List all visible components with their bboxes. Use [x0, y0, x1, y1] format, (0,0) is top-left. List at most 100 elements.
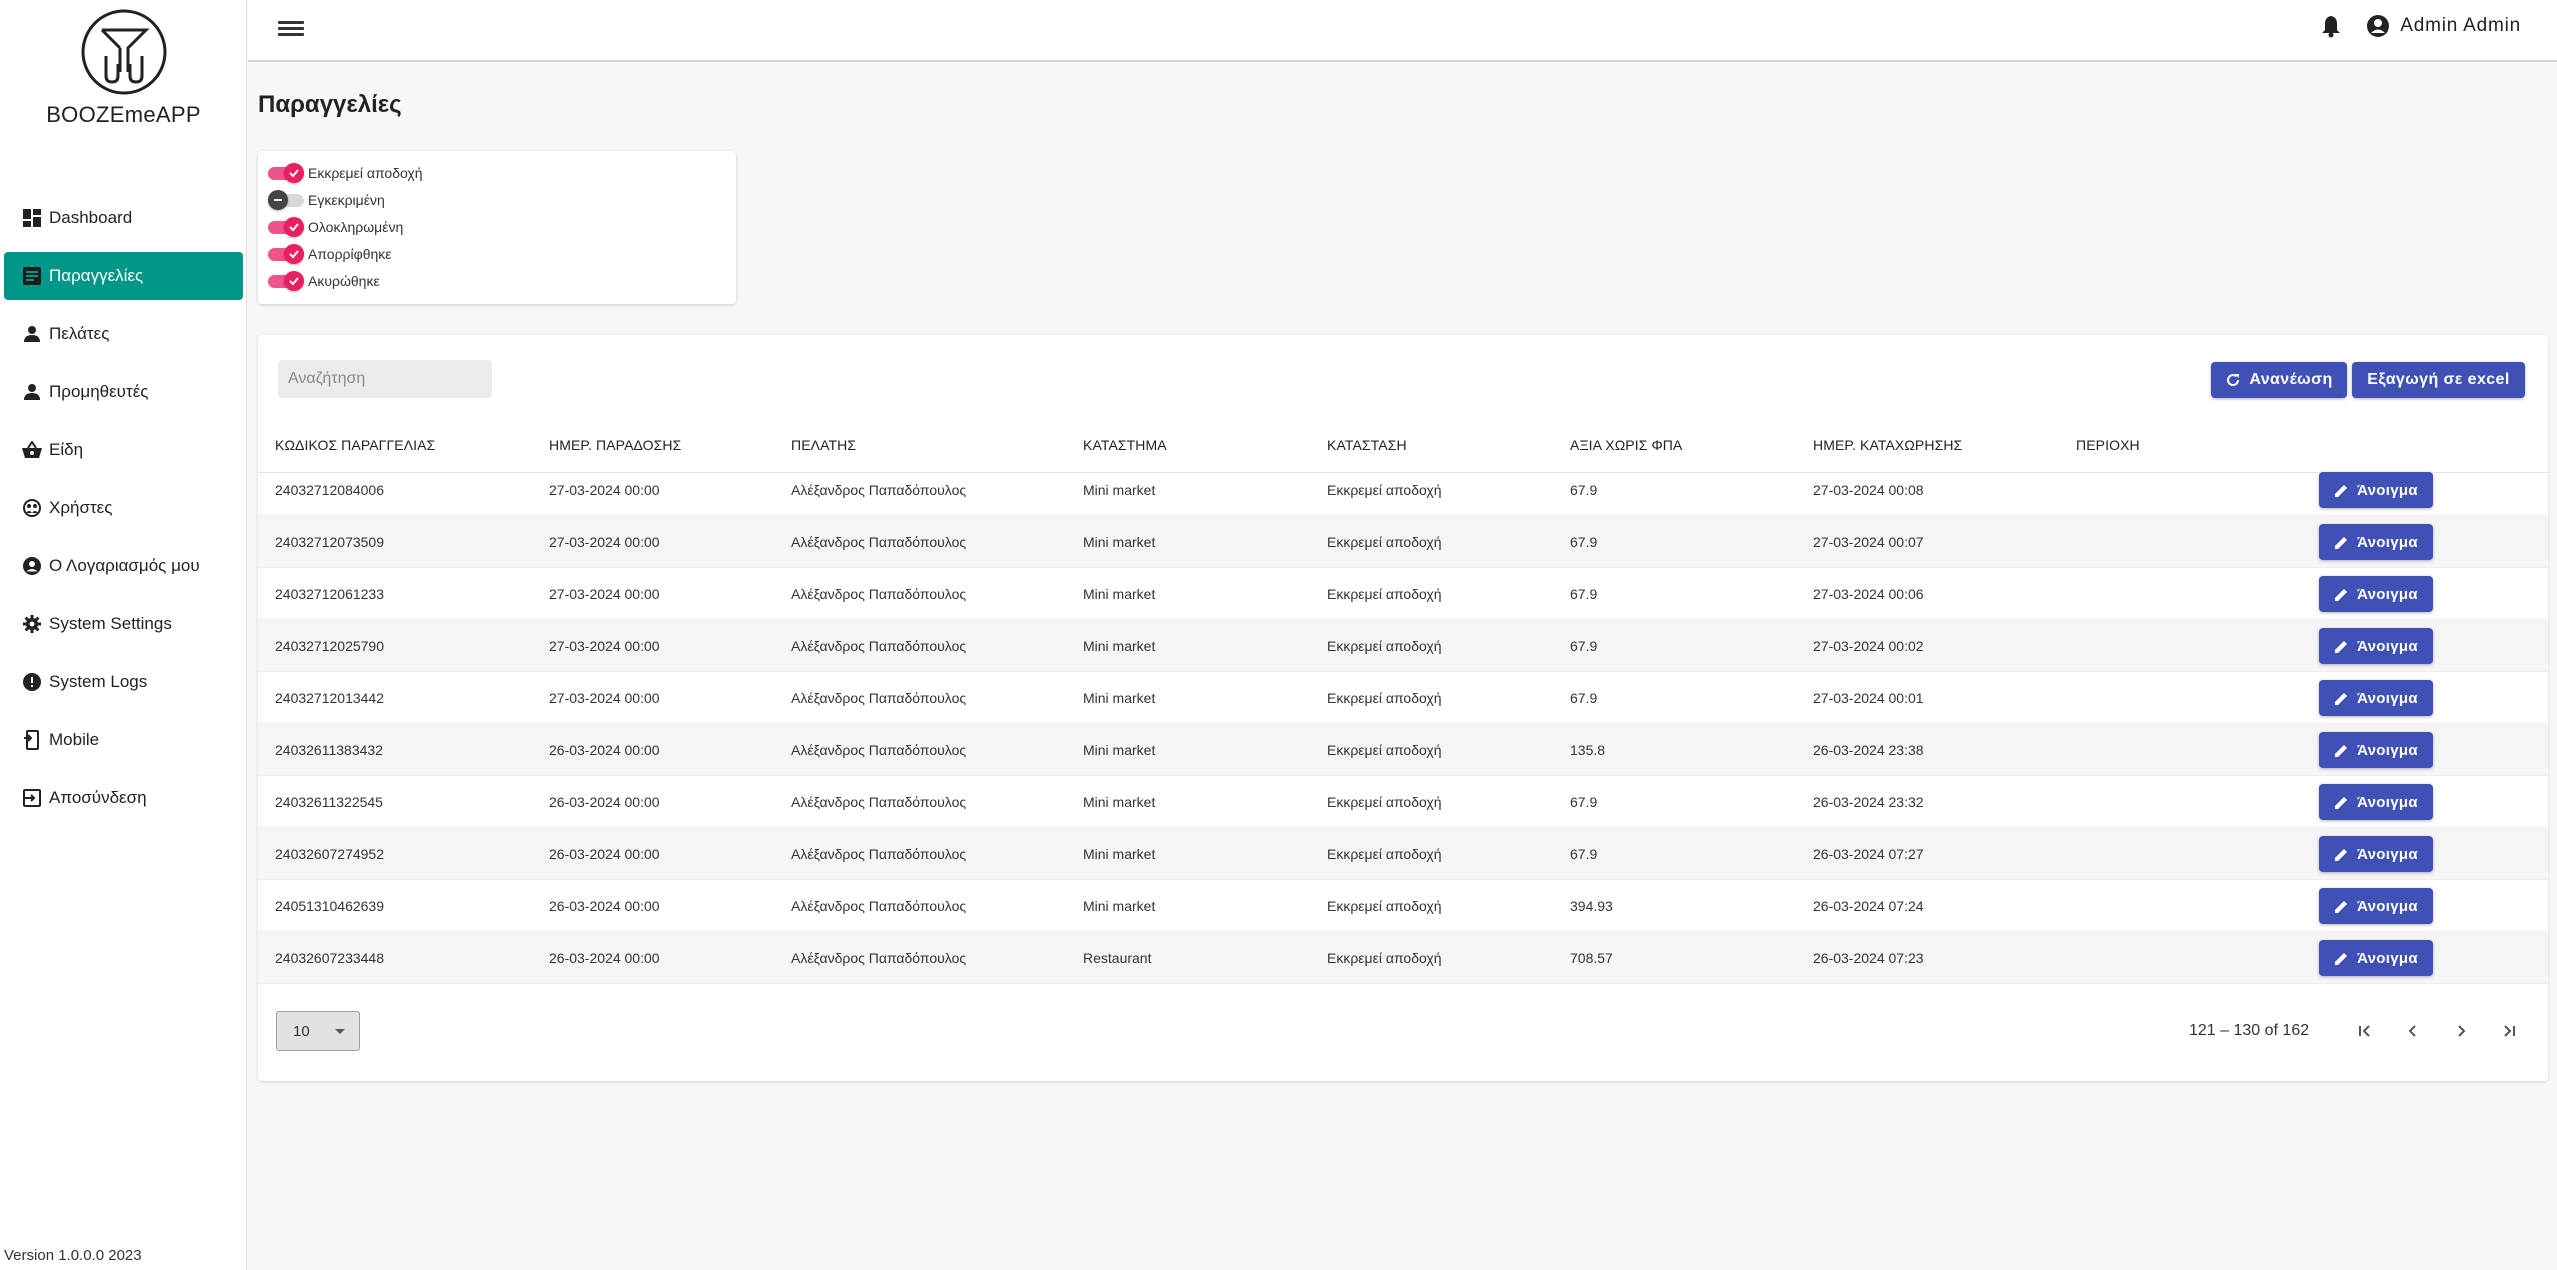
table-cell: Εκκρεμεί αποδοχή — [1327, 482, 1442, 498]
open-order-label: Άνοιγμα — [2357, 793, 2418, 811]
open-order-button[interactable]: Άνοιγμα — [2319, 576, 2433, 612]
table-cell: Εκκρεμεί αποδοχή — [1327, 846, 1442, 862]
table-cell: 27-03-2024 00:00 — [549, 482, 660, 498]
sidebar-item-dashboard[interactable]: Dashboard — [4, 194, 243, 242]
search-input[interactable] — [278, 360, 492, 398]
next-page-icon[interactable] — [2445, 1015, 2477, 1047]
column-header[interactable]: ΑΞΙΑ ΧΩΡΙΣ ΦΠΑ — [1570, 437, 1682, 453]
filter-toggle[interactable] — [268, 270, 304, 291]
sidebar-item-system-logs[interactable]: System Logs — [4, 658, 243, 706]
column-header[interactable]: ΚΩΔΙΚΟΣ ΠΑΡΑΓΓΕΛΙΑΣ — [275, 437, 435, 453]
open-order-label: Άνοιγμα — [2357, 741, 2418, 759]
open-order-button[interactable]: Άνοιγμα — [2319, 784, 2433, 820]
table-cell: 27-03-2024 00:00 — [549, 638, 660, 654]
table-cell: Αλέξανδρος Παπαδόπουλος — [791, 846, 967, 862]
table-cell: 67.9 — [1570, 846, 1598, 862]
filter-toggle[interactable] — [268, 162, 304, 183]
menu-icon[interactable] — [278, 18, 304, 40]
table-cell: 24032712025790 — [275, 638, 385, 654]
sidebar-item-my-account[interactable]: Ο Λογαριασμός μου — [4, 542, 243, 590]
status-filters: Εκκρεμεί αποδοχή Εγκεκριμένη Ολοκληρωμέν… — [258, 151, 736, 304]
column-header[interactable]: ΚΑΤΑΣΤΑΣΗ — [1327, 437, 1407, 453]
edit-icon — [2334, 899, 2349, 914]
column-header[interactable]: ΚΑΤΑΣΤΗΜΑ — [1083, 437, 1167, 453]
check-icon — [284, 243, 304, 264]
open-order-button[interactable]: Άνοιγμα — [2319, 628, 2433, 664]
table-cell: Αλέξανδρος Παπαδόπουλος — [791, 742, 967, 758]
table-cell: Εκκρεμεί αποδοχή — [1327, 898, 1442, 914]
open-order-label: Άνοιγμα — [2357, 481, 2418, 499]
check-icon — [284, 162, 304, 183]
column-header[interactable]: ΠΕΛΑΤΗΣ — [791, 437, 856, 453]
sidebar-item-orders[interactable]: Παραγγελίες — [4, 252, 243, 300]
table-cell: 67.9 — [1570, 586, 1598, 602]
sidebar-item-label: Αποσύνδεση — [49, 788, 147, 807]
pagination-range: 121 – 130 of 162 — [2189, 1022, 2310, 1039]
open-order-button[interactable]: Άνοιγμα — [2319, 732, 2433, 768]
table-cell: 27-03-2024 00:06 — [1813, 586, 1924, 602]
sidebar-item-system-settings[interactable]: System Settings — [4, 600, 243, 648]
table-cell: 26-03-2024 07:23 — [1813, 950, 1924, 966]
table-cell: Mini market — [1083, 794, 1156, 810]
sidebar-item-label: System Logs — [49, 672, 148, 691]
edit-icon — [2334, 847, 2349, 862]
last-page-icon[interactable] — [2493, 1015, 2525, 1047]
filter-label: Ολοκληρωμένη — [308, 218, 404, 235]
open-order-button[interactable]: Άνοιγμα — [2319, 888, 2433, 924]
table-cell: 24051310462639 — [275, 898, 385, 914]
column-header[interactable]: ΗΜΕΡ. ΠΑΡΑΔΟΣΗΣ — [549, 437, 681, 453]
table-cell: Αλέξανδρος Παπαδόπουλος — [791, 950, 967, 966]
sidebar-item-customers[interactable]: Πελάτες — [4, 310, 243, 358]
open-order-button[interactable]: Άνοιγμα — [2319, 680, 2433, 716]
basket-icon — [21, 439, 43, 461]
filter-toggle[interactable] — [268, 243, 304, 264]
filter-toggle[interactable] — [268, 216, 304, 237]
sidebar-item-logout[interactable]: Αποσύνδεση — [4, 774, 243, 822]
table-cell: Mini market — [1083, 898, 1156, 914]
column-header[interactable]: ΗΜΕΡ. ΚΑΤΑΧΩΡΗΣΗΣ — [1813, 437, 1962, 453]
chevron-down-icon — [335, 1029, 345, 1034]
table-cell: 27-03-2024 00:07 — [1813, 534, 1924, 550]
table-cell: Εκκρεμεί αποδοχή — [1327, 534, 1442, 550]
open-order-button[interactable]: Άνοιγμα — [2319, 940, 2433, 976]
table-cell: 26-03-2024 23:32 — [1813, 794, 1924, 810]
list-icon — [21, 265, 43, 287]
dashboard-icon — [21, 207, 43, 229]
first-page-icon[interactable] — [2349, 1015, 2381, 1047]
filter-cancelled: Ακυρώθηκε — [268, 267, 726, 294]
export-excel-button[interactable]: Εξαγωγή σε excel — [2352, 362, 2525, 398]
table-cell: 67.9 — [1570, 794, 1598, 810]
top-right-actions: Admin Admin — [2320, 14, 2521, 38]
open-order-button[interactable]: Άνοιγμα — [2319, 472, 2433, 508]
table-cell: Mini market — [1083, 534, 1156, 550]
filter-toggle[interactable] — [268, 189, 304, 210]
sidebar-item-products[interactable]: Είδη — [4, 426, 243, 474]
account-circle-icon[interactable] — [2366, 14, 2390, 38]
page-title: Παραγγελίες — [258, 91, 402, 118]
sidebar-item-mobile[interactable]: Mobile — [4, 716, 243, 764]
column-header[interactable]: ΠΕΡΙΟΧΗ — [2076, 437, 2140, 453]
refresh-button[interactable]: Ανανέωση — [2211, 362, 2347, 398]
open-order-button[interactable]: Άνοιγμα — [2319, 524, 2433, 560]
previous-page-icon[interactable] — [2397, 1015, 2429, 1047]
filter-pending: Εκκρεμεί αποδοχή — [268, 159, 726, 186]
open-order-label: Άνοιγμα — [2357, 533, 2418, 551]
table-cell: Mini market — [1083, 690, 1156, 706]
table-cell: 394.93 — [1570, 898, 1613, 914]
bell-icon[interactable] — [2320, 14, 2342, 38]
sidebar-item-label: Παραγγελίες — [49, 266, 144, 285]
sidebar-item-suppliers[interactable]: Προμηθευτές — [4, 368, 243, 416]
sidebar-item-users[interactable]: Χρήστες — [4, 484, 243, 532]
filter-completed: Ολοκληρωμένη — [268, 213, 726, 240]
table-body: 24032712084006 27-03-2024 00:00 Αλέξανδρος… — [258, 464, 2548, 984]
table-cell: 67.9 — [1570, 690, 1598, 706]
page-size-select[interactable]: 10 — [276, 1011, 360, 1051]
sidebar: BOOZEmeAPP Dashboard Παραγγελίες Πελάτες… — [0, 0, 247, 1270]
open-order-button[interactable]: Άνοιγμα — [2319, 836, 2433, 872]
table-cell: 26-03-2024 00:00 — [549, 794, 660, 810]
user-name[interactable]: Admin Admin — [2400, 15, 2521, 37]
table-cell: Αλέξανδρος Παπαδόπουλος — [791, 690, 967, 706]
check-icon — [284, 216, 304, 237]
edit-icon — [2334, 691, 2349, 706]
filter-label: Ακυρώθηκε — [308, 272, 380, 289]
